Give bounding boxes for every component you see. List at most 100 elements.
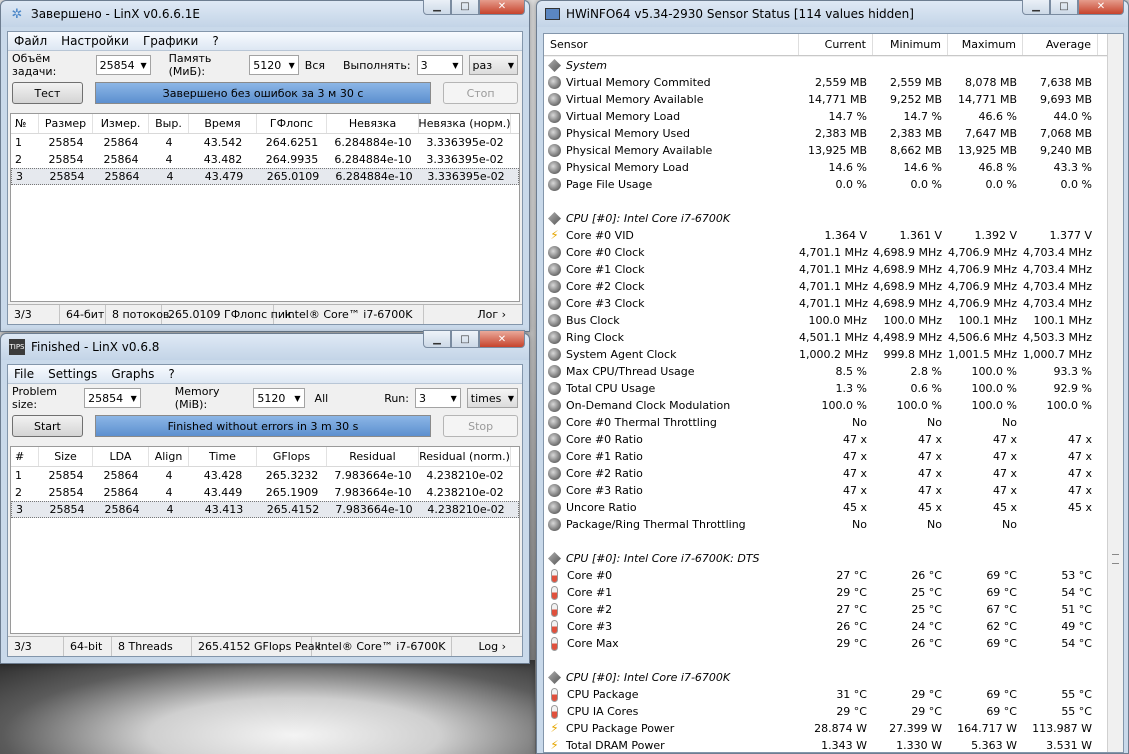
maximize-button[interactable]: □	[451, 330, 479, 348]
log-button[interactable]: Лог ›	[424, 305, 512, 324]
column-header[interactable]: Невязка	[327, 114, 419, 133]
sensor-row[interactable]: Virtual Memory Available 14,771 MB 9,252 M…	[544, 91, 1107, 108]
run-unit-combo[interactable]: times ▼	[466, 388, 518, 408]
column-header[interactable]: №	[11, 114, 39, 133]
sensor-row[interactable]: Core #2 27 °C 25 °C 67 °C 51 °C	[544, 601, 1107, 618]
memory-combo[interactable]: 5120 ▼	[253, 388, 305, 408]
title-bar[interactable]: ✲ Завершено - LinX v0.6.6.1E ▁ □ ✕	[1, 0, 529, 27]
column-header[interactable]: Align	[149, 447, 189, 466]
memory-all-checkbox[interactable]: All	[315, 392, 329, 405]
problem-size-combo[interactable]: 25854 ▼	[84, 388, 141, 408]
sensor-row[interactable]: Virtual Memory Load 14.7 % 14.7 % 46.6 % 44.…	[544, 108, 1107, 125]
minimize-button[interactable]: ▁	[423, 330, 451, 348]
sensor-row[interactable]: Core #0 27 °C 26 °C 69 °C 53 °C	[544, 567, 1107, 584]
menu-file[interactable]: Файл	[14, 34, 47, 48]
column-header[interactable]: LDA	[93, 447, 149, 466]
sensor-row[interactable]: Package/Ring Thermal Throttling No No No	[544, 516, 1107, 533]
stop-button[interactable]: Stop	[443, 415, 518, 437]
column-header[interactable]: Время	[189, 114, 257, 133]
menu-help[interactable]: ?	[212, 34, 218, 48]
sensor-row[interactable]: Core #3 Clock 4,701.1 MHz 4,698.9 MHz 4,706…	[544, 295, 1107, 312]
memory-combo[interactable]: 5120 ▼	[249, 55, 299, 75]
sensor-row[interactable]: Total CPU Usage 1.3 % 0.6 % 100.0 % 92.9 %	[544, 380, 1107, 397]
column-header[interactable]: #	[11, 447, 39, 466]
close-button[interactable]: ✕	[479, 0, 525, 15]
start-button[interactable]: Start	[12, 415, 83, 437]
column-header[interactable]: Residual (norm.)	[419, 447, 511, 466]
sensor-row[interactable]: ⚡ CPU Package Power 28.874 W 27.399 W 164.71…	[544, 720, 1107, 737]
column-header[interactable]: Time	[189, 447, 257, 466]
column-header[interactable]: Current	[799, 34, 873, 55]
sensor-row[interactable]: Page File Usage 0.0 % 0.0 % 0.0 % 0.0 %	[544, 176, 1107, 193]
sensor-group[interactable]: CPU [#0]: Intel Core i7-6700K	[544, 669, 1107, 686]
column-header[interactable]: Невязка (норм.)	[419, 114, 511, 133]
sensor-row[interactable]: Physical Memory Available 13,925 MB 8,662 …	[544, 142, 1107, 159]
sensor-row[interactable]: Core #1 Ratio 47 x 47 x 47 x 47 x	[544, 448, 1107, 465]
column-header[interactable]: Maximum	[948, 34, 1023, 55]
log-button[interactable]: Log ›	[452, 637, 512, 656]
sensor-row[interactable]: Core #3 26 °C 24 °C 62 °C 49 °C	[544, 618, 1107, 635]
sensor-row[interactable]: Core #1 Clock 4,701.1 MHz 4,698.9 MHz 4,706…	[544, 261, 1107, 278]
scroll-grip[interactable]	[1112, 554, 1119, 564]
sensor-group[interactable]: CPU [#0]: Intel Core i7-6700K: DTS	[544, 550, 1107, 567]
sensor-row[interactable]: Core #2 Ratio 47 x 47 x 47 x 47 x	[544, 465, 1107, 482]
sensor-row[interactable]: Physical Memory Load 14.6 % 14.6 % 46.8 % 43…	[544, 159, 1107, 176]
minimize-button[interactable]: ▁	[423, 0, 451, 15]
column-header[interactable]: Sensor	[544, 34, 799, 55]
menu-help[interactable]: ?	[168, 367, 174, 381]
table-row[interactable]: 3 25854 25864 4 43.413 265.4152 7.983664e-10 4.…	[11, 501, 519, 518]
sensor-row[interactable]: Core #0 Clock 4,701.1 MHz 4,698.9 MHz 4,706…	[544, 244, 1107, 261]
sensor-row[interactable]: ⚡ Total DRAM Power 1.343 W 1.330 W 5.363 W 3.…	[544, 737, 1107, 753]
sensor-row[interactable]: Core #2 Clock 4,701.1 MHz 4,698.9 MHz 4,706…	[544, 278, 1107, 295]
column-header[interactable]: Minimum	[873, 34, 948, 55]
column-header[interactable]: Измер.	[93, 114, 149, 133]
sensor-row[interactable]: Max CPU/Thread Usage 8.5 % 2.8 % 100.0 % 93.…	[544, 363, 1107, 380]
sensor-row[interactable]: Bus Clock 100.0 MHz 100.0 MHz 100.1 MHz 100.…	[544, 312, 1107, 329]
menu-settings[interactable]: Settings	[48, 367, 97, 381]
sensor-row[interactable]: Virtual Memory Commited 2,559 MB 2,559 MB 8…	[544, 74, 1107, 91]
sensor-row[interactable]: Core #3 Ratio 47 x 47 x 47 x 47 x	[544, 482, 1107, 499]
column-header[interactable]: Residual	[327, 447, 419, 466]
sensor-group[interactable]: CPU [#0]: Intel Core i7-6700K	[544, 210, 1107, 227]
sensor-row[interactable]: Uncore Ratio 45 x 45 x 45 x 45 x	[544, 499, 1107, 516]
sensor-row[interactable]: Core #0 Ratio 47 x 47 x 47 x 47 x	[544, 431, 1107, 448]
menu-graphs[interactable]: Graphs	[111, 367, 154, 381]
start-button[interactable]: Тест	[12, 82, 83, 104]
sensor-row[interactable]: Ring Clock 4,501.1 MHz 4,498.9 MHz 4,506.6 …	[544, 329, 1107, 346]
table-row[interactable]: 2 25854 25864 4 43.449 265.1909 7.983664e-10 4.…	[11, 484, 519, 501]
run-count-combo[interactable]: 3 ▼	[416, 55, 463, 75]
column-header[interactable]: Размер	[39, 114, 93, 133]
sensor-row[interactable]: ⚡ Core #0 VID 1.364 V 1.361 V 1.392 V 1.377 V	[544, 227, 1107, 244]
maximize-button[interactable]: □	[1050, 0, 1078, 15]
close-button[interactable]: ✕	[479, 330, 525, 348]
title-bar[interactable]: TIPS Finished - LinX v0.6.8 ▁ □ ✕	[1, 330, 529, 360]
menu-settings[interactable]: Настройки	[61, 34, 129, 48]
problem-size-combo[interactable]: 25854 ▼	[95, 55, 151, 75]
menu-graphs[interactable]: Графики	[143, 34, 198, 48]
sensor-row[interactable]: Physical Memory Used 2,383 MB 2,383 MB 7,64…	[544, 125, 1107, 142]
column-header[interactable]: ГФлопс	[257, 114, 327, 133]
title-bar[interactable]: HWiNFO64 v5.34-2930 Sensor Status [114 v…	[537, 0, 1128, 27]
table-row[interactable]: 1 25854 25864 4 43.542 264.6251 6.284884e-10 3.…	[11, 134, 519, 151]
menu-file[interactable]: File	[14, 367, 34, 381]
sensor-row[interactable]: CPU IA Cores 29 °C 29 °C 69 °C 55 °C	[544, 703, 1107, 720]
minimize-button[interactable]: ▁	[1022, 0, 1050, 15]
column-header[interactable]: GFlops	[257, 447, 327, 466]
run-unit-combo[interactable]: раз ▼	[468, 55, 518, 75]
sensor-row[interactable]: Core #1 29 °C 25 °C 69 °C 54 °C	[544, 584, 1107, 601]
column-header[interactable]: Average	[1023, 34, 1098, 55]
sensor-row[interactable]: System Agent Clock 1,000.2 MHz 999.8 MHz 1,…	[544, 346, 1107, 363]
column-header[interactable]: Size	[39, 447, 93, 466]
table-row[interactable]: 3 25854 25864 4 43.479 265.0109 6.284884e-10 3.…	[11, 168, 519, 185]
stop-button[interactable]: Стоп	[443, 82, 518, 104]
vertical-scrollbar[interactable]	[1107, 34, 1123, 752]
table-row[interactable]: 1 25854 25864 4 43.428 265.3232 7.983664e-10 4.…	[11, 467, 519, 484]
table-row[interactable]: 2 25854 25864 4 43.482 264.9935 6.284884e-10 3.…	[11, 151, 519, 168]
close-button[interactable]: ✕	[1078, 0, 1124, 15]
sensor-row[interactable]: Core Max 29 °C 26 °C 69 °C 54 °C	[544, 635, 1107, 652]
memory-all-checkbox[interactable]: Вся	[305, 59, 325, 72]
sensor-group[interactable]: System	[544, 57, 1107, 74]
maximize-button[interactable]: □	[451, 0, 479, 15]
column-header[interactable]: Выр.	[149, 114, 189, 133]
sensor-row[interactable]: On-Demand Clock Modulation 100.0 % 100.0 %…	[544, 397, 1107, 414]
